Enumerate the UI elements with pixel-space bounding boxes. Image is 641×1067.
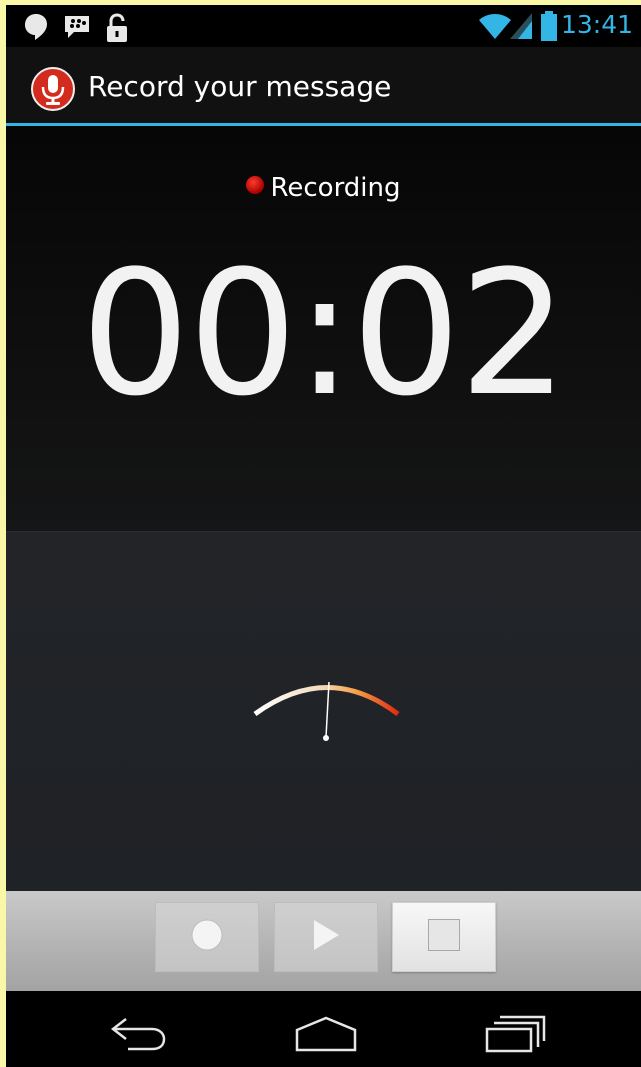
recording-panel: Recording 00:02	[6, 126, 641, 531]
recorder-controls	[6, 891, 641, 991]
status-bar: 13:41	[6, 5, 641, 47]
back-icon[interactable]	[108, 1015, 168, 1059]
phone-screen: 13:41 Record your message Recording 00:0…	[6, 5, 641, 1067]
home-icon[interactable]	[294, 1016, 358, 1056]
vu-meter-needle	[325, 681, 330, 738]
stop-button[interactable]	[392, 902, 496, 972]
cell-signal-icon	[508, 11, 534, 45]
battery-icon	[540, 10, 558, 46]
record-button[interactable]	[155, 902, 259, 972]
action-bar-title: Record your message	[88, 70, 392, 103]
microphone-icon	[31, 67, 75, 115]
blackberry-messenger-icon	[62, 12, 92, 46]
unlocked-icon	[104, 12, 130, 48]
elapsed-timer: 00:02	[80, 233, 569, 434]
vu-meter-pivot	[323, 735, 329, 741]
stop-icon	[427, 918, 461, 956]
recording-dot-icon	[246, 176, 265, 194]
recording-status: Recording	[6, 172, 641, 204]
play-button[interactable]	[274, 902, 378, 972]
meter-panel	[6, 531, 641, 892]
recording-status-label: Recording	[270, 173, 401, 203]
play-icon	[311, 918, 341, 956]
recent-apps-icon[interactable]	[484, 1015, 548, 1059]
vu-meter-arc	[253, 685, 400, 717]
record-icon	[190, 918, 224, 956]
hangouts-icon	[23, 12, 49, 46]
action-bar: Record your message	[6, 47, 641, 123]
navigation-bar	[6, 991, 641, 1067]
wifi-icon	[478, 11, 512, 45]
status-clock: 13:41	[560, 10, 633, 39]
vu-meter	[253, 681, 400, 741]
